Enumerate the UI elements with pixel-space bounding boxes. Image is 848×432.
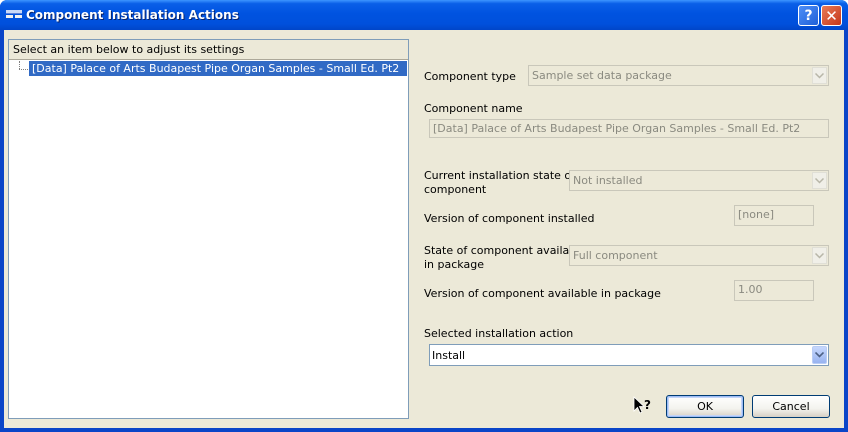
- available-state-label-line2: in package: [424, 258, 484, 271]
- window-app-icon: [6, 10, 22, 18]
- available-state-label-line1: State of component available: [424, 244, 587, 257]
- component-type-label: Component type: [424, 70, 516, 83]
- install-state-value: Not installed: [573, 174, 643, 187]
- version-available-field: 1.00: [734, 280, 814, 301]
- version-installed-label: Version of component installed: [424, 212, 595, 225]
- install-state-select: Not installed: [569, 170, 829, 191]
- chevron-down-icon[interactable]: [812, 346, 827, 364]
- window-title: Component Installation Actions: [26, 8, 239, 22]
- available-state-value: Full component: [573, 249, 658, 262]
- svg-text:?: ?: [644, 398, 651, 412]
- component-name-label: Component name: [424, 102, 523, 115]
- dialog-window: Component Installation Actions ? ✕ Selec…: [0, 0, 848, 432]
- component-type-value: Sample set data package: [532, 69, 672, 82]
- install-state-label-line2: component: [424, 183, 487, 196]
- ok-button[interactable]: OK: [666, 395, 744, 418]
- tree-connector: [19, 61, 20, 69]
- component-tree[interactable]: Select an item below to adjust its setti…: [8, 39, 409, 419]
- whats-this-cursor-icon[interactable]: ?: [632, 396, 654, 416]
- version-available-label: Version of component available in packag…: [424, 287, 661, 300]
- dialog-client-area: Select an item below to adjust its setti…: [4, 30, 844, 428]
- chevron-down-icon: [812, 67, 827, 84]
- component-type-select: Sample set data package: [528, 65, 829, 86]
- chevron-down-icon: [812, 247, 827, 264]
- installation-action-value: Install: [432, 349, 466, 362]
- close-button[interactable]: ✕: [821, 5, 842, 26]
- cancel-button[interactable]: Cancel: [752, 395, 830, 418]
- help-icon: ?: [804, 7, 813, 24]
- tree-header: Select an item below to adjust its setti…: [9, 40, 408, 60]
- tree-connector: [19, 69, 28, 70]
- help-button[interactable]: ?: [798, 5, 819, 26]
- available-state-select: Full component: [569, 245, 829, 266]
- action-label: Selected installation action: [424, 327, 574, 340]
- installation-action-select[interactable]: Install: [429, 344, 829, 366]
- component-name-field: [Data] Palace of Arts Budapest Pipe Orga…: [429, 119, 829, 138]
- chevron-down-icon: [812, 172, 827, 189]
- close-icon: ✕: [825, 6, 838, 25]
- title-bar[interactable]: Component Installation Actions ? ✕: [0, 0, 848, 30]
- tree-item-selected[interactable]: [Data] Palace of Arts Budapest Pipe Orga…: [29, 61, 407, 76]
- version-installed-field: [none]: [734, 205, 814, 226]
- install-state-label-line1: Current installation state of: [424, 169, 576, 182]
